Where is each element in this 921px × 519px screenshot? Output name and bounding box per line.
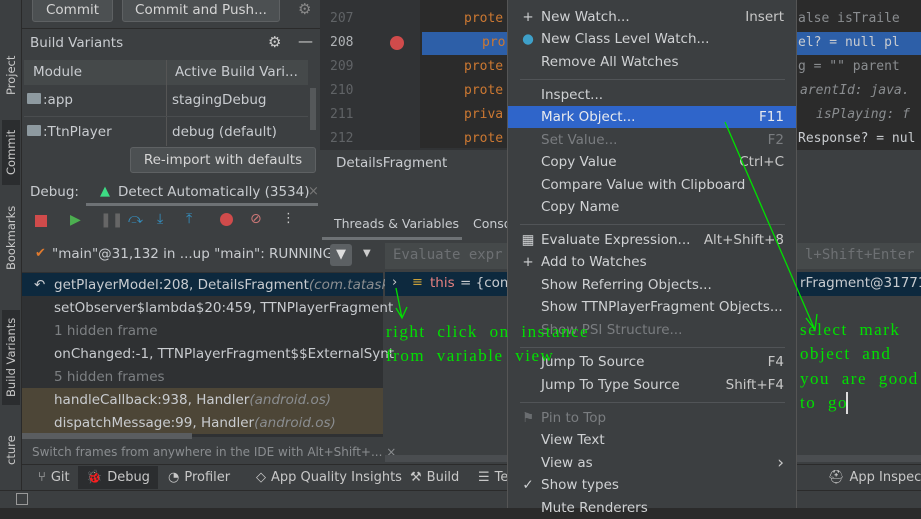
arrow-left: [395, 287, 408, 320]
annotation-text: from variable view: [386, 346, 555, 365]
annotation-text: to go: [800, 393, 848, 412]
annotation-text: select mark: [800, 320, 901, 339]
annotation-text: you are good: [800, 369, 919, 388]
annotation-arrows: [395, 121, 818, 332]
annotation-text: object and: [800, 344, 892, 363]
annotation-text: right click on instance: [386, 322, 590, 341]
arrow-right: [724, 121, 818, 332]
text-cursor: [846, 392, 848, 414]
